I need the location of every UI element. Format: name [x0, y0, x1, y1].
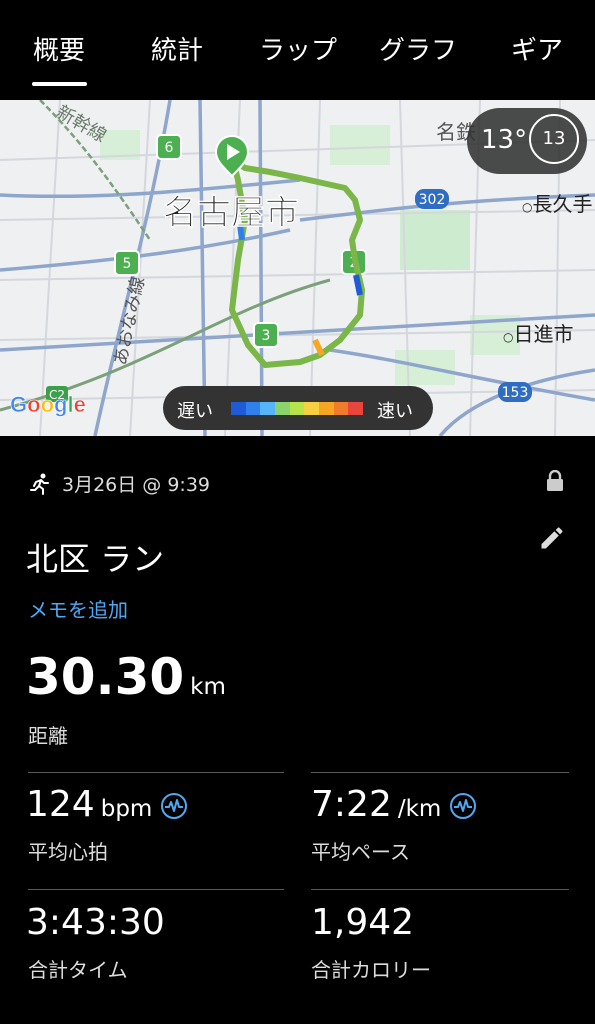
- active-tab-indicator: [32, 82, 87, 86]
- divider: [28, 772, 284, 773]
- svg-text:153: 153: [502, 385, 529, 401]
- pace-zone-icon[interactable]: [449, 792, 477, 820]
- avg-heart-rate-label: 平均心拍: [28, 840, 108, 864]
- total-calories-value: 1,942: [311, 902, 415, 943]
- weather-badge[interactable]: 13° 13: [467, 108, 587, 174]
- speed-gradient-bar: [231, 402, 364, 415]
- map-city-label: 名古屋市: [163, 193, 300, 234]
- total-time-label: 合計タイム: [28, 958, 128, 982]
- activity-title: 北区 ラン: [26, 540, 165, 578]
- runner-icon: [30, 473, 49, 495]
- speed-fast-label: 速い: [377, 401, 413, 422]
- map-place-nagakute: ○長久手: [522, 192, 593, 216]
- avg-pace-label: 平均ペース: [311, 840, 410, 864]
- avg-pace-value: 7:22/km: [311, 784, 477, 825]
- add-memo-link[interactable]: メモを追加: [28, 594, 128, 623]
- distance-label: 距離: [28, 724, 68, 748]
- tab-stats[interactable]: 統計: [151, 30, 203, 67]
- lock-icon[interactable]: [545, 470, 565, 492]
- avg-heart-rate-value: 124 bpm: [26, 784, 188, 825]
- speed-legend: 遅い 速い: [163, 386, 433, 430]
- heart-rate-zone-icon[interactable]: [160, 792, 188, 820]
- speed-slow-label: 遅い: [177, 401, 213, 422]
- divider: [311, 889, 569, 890]
- date-row: 3月26日 @ 9:39: [28, 470, 210, 497]
- route-map[interactable]: 302 153 C2 6 5 2 3 名古屋市 ○長久手 ○日進市 名鉄 新幹線…: [0, 100, 595, 436]
- distance-value: 30.30 km: [26, 648, 226, 706]
- edit-pencil-icon[interactable]: [538, 524, 566, 552]
- tab-laps[interactable]: ラップ: [259, 30, 337, 67]
- divider: [28, 889, 284, 890]
- divider: [311, 772, 569, 773]
- svg-text:5: 5: [123, 256, 132, 272]
- svg-text:6: 6: [165, 140, 174, 156]
- weather-temp: 13°: [481, 125, 528, 155]
- tab-graph[interactable]: グラフ: [379, 30, 457, 67]
- total-time-value: 3:43:30: [26, 902, 165, 943]
- svg-text:302: 302: [419, 192, 446, 208]
- tab-bar: 概要 統計 ラップ グラフ ギア: [0, 0, 595, 100]
- activity-date: 3月26日 @ 9:39: [62, 474, 211, 496]
- tab-gear[interactable]: ギア: [511, 30, 563, 67]
- map-place-nisshin: ○日進市: [503, 322, 574, 346]
- svg-text:3: 3: [262, 328, 271, 344]
- total-calories-label: 合計カロリー: [311, 958, 431, 982]
- google-logo: Google: [10, 392, 86, 418]
- tab-overview[interactable]: 概要: [33, 30, 85, 67]
- weather-ring-icon: 13: [529, 114, 579, 164]
